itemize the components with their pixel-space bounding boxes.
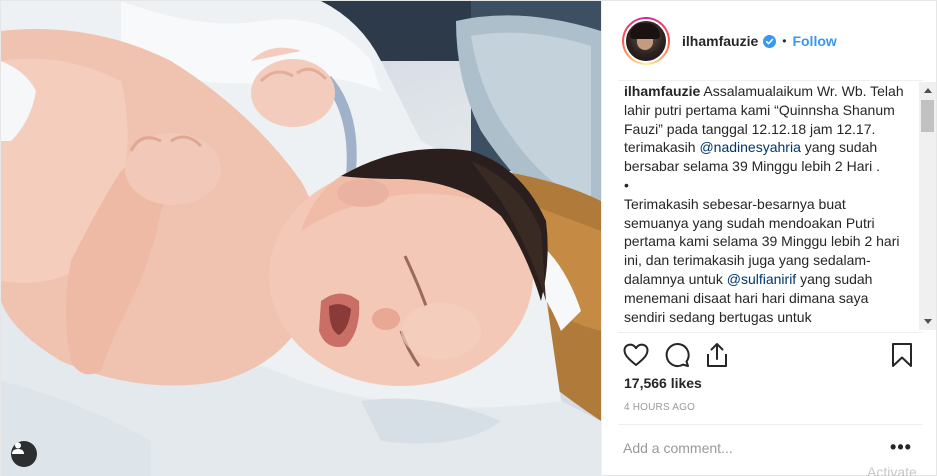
instagram-post: ilhamfauzie • Follow ilhamfauzie Assalam… (0, 0, 937, 476)
user-tag-icon (12, 442, 24, 454)
post-header: ilhamfauzie • Follow (602, 1, 937, 81)
share-button[interactable] (703, 341, 731, 369)
divider (618, 332, 923, 333)
share-icon (707, 343, 727, 367)
divider (618, 424, 923, 425)
post-actions (602, 338, 937, 372)
avatar[interactable] (624, 19, 668, 63)
likes-count[interactable]: 17,566 likes (624, 375, 702, 391)
mention-link-1[interactable]: @nadinesyahria (699, 139, 800, 155)
comment-button[interactable] (663, 341, 691, 369)
windows-activate-watermark: Activate (867, 464, 917, 476)
caption-paragraph-2: Terimakasih sebesar-besarnya buat semuan… (624, 195, 909, 327)
heart-icon (623, 343, 649, 366)
header-username[interactable]: ilhamfauzie (682, 33, 758, 49)
caption-paragraph-1: ilhamfauzie Assalamualaikum Wr. Wb. Tela… (624, 82, 909, 176)
more-options-button[interactable]: ••• (889, 437, 913, 457)
mention-link-2[interactable]: @sulfianirif (727, 271, 796, 287)
scroll-down-arrow-icon[interactable] (919, 313, 936, 330)
post-side-panel: ilhamfauzie • Follow ilhamfauzie Assalam… (601, 1, 937, 476)
post-timestamp[interactable]: 4 HOURS AGO (624, 402, 695, 413)
newborn-baby-image (1, 1, 601, 476)
like-button[interactable] (622, 341, 650, 369)
verified-badge-icon (763, 34, 777, 48)
user-tag-button[interactable] (11, 441, 37, 467)
caption-username[interactable]: ilhamfauzie (624, 83, 700, 99)
more-options-icon: ••• (890, 436, 912, 457)
follow-button[interactable]: Follow (792, 33, 836, 49)
caption: ilhamfauzie Assalamualaikum Wr. Wb. Tela… (624, 82, 909, 326)
avatar-ring[interactable] (622, 17, 670, 65)
save-button[interactable] (888, 341, 916, 369)
caption-scrollbar[interactable] (919, 82, 936, 330)
add-comment-input[interactable] (623, 437, 873, 459)
caption-area[interactable]: ilhamfauzie Assalamualaikum Wr. Wb. Tela… (602, 82, 937, 334)
bookmark-icon (892, 343, 912, 367)
post-photo[interactable] (1, 1, 601, 476)
comment-icon (665, 343, 690, 367)
caption-bullet: • (624, 176, 629, 193)
divider (618, 80, 923, 81)
scroll-up-arrow-icon[interactable] (919, 82, 936, 99)
scrollbar-thumb[interactable] (921, 100, 934, 132)
header-separator: • (782, 34, 787, 48)
